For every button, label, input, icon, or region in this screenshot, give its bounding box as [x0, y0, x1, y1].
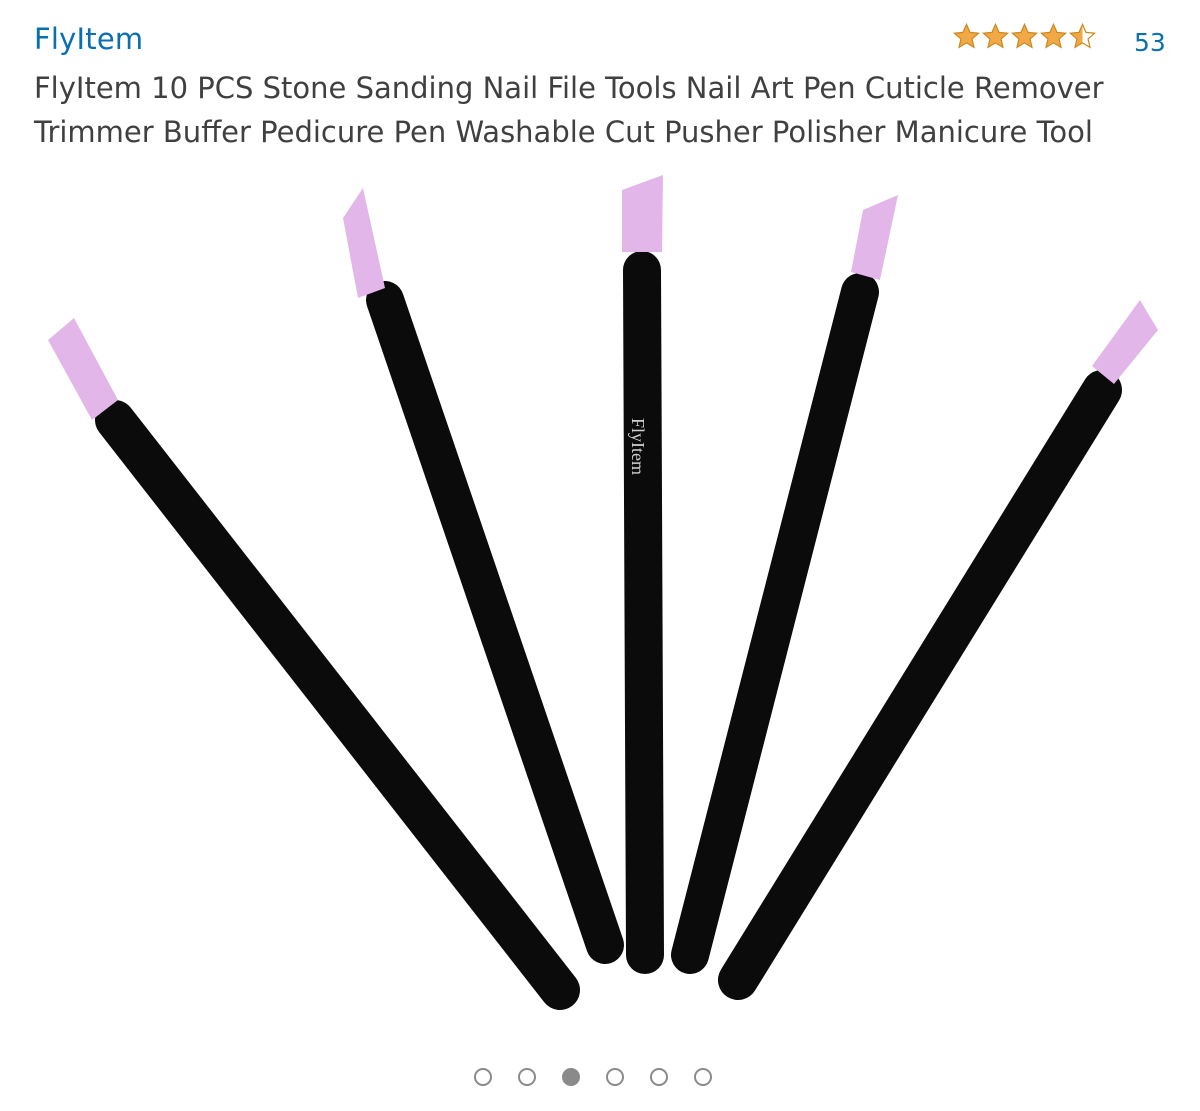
carousel-dot-2[interactable]: [518, 1068, 536, 1086]
pen-brand-imprint: FlyItem: [628, 418, 648, 475]
nail-pen-1: [48, 318, 580, 1010]
nail-pen-3: FlyItem: [622, 175, 664, 974]
nail-pen-4: [671, 195, 898, 974]
star-icon: [952, 22, 981, 49]
star-icon: [981, 22, 1010, 49]
brand-link[interactable]: FlyItem: [34, 22, 143, 56]
carousel-pagination: [0, 1068, 1200, 1086]
nail-pen-5: [718, 300, 1158, 1000]
carousel-dot-6[interactable]: [694, 1068, 712, 1086]
carousel-dot-3-active[interactable]: [562, 1068, 580, 1086]
carousel-dot-4[interactable]: [606, 1068, 624, 1086]
star-half-icon: [1068, 22, 1097, 49]
star-icon: [1039, 22, 1068, 49]
star-icon: [1010, 22, 1039, 49]
nail-pen-2: [343, 188, 624, 964]
review-count-link[interactable]: 53: [1134, 28, 1166, 57]
carousel-dot-1[interactable]: [474, 1068, 492, 1086]
carousel-dot-5[interactable]: [650, 1068, 668, 1086]
product-title[interactable]: FlyItem 10 PCS Stone Sanding Nail File T…: [34, 66, 1164, 154]
stars-container: [952, 22, 1097, 51]
product-image[interactable]: FlyItem: [0, 160, 1200, 1040]
star-rating[interactable]: [952, 22, 1097, 51]
